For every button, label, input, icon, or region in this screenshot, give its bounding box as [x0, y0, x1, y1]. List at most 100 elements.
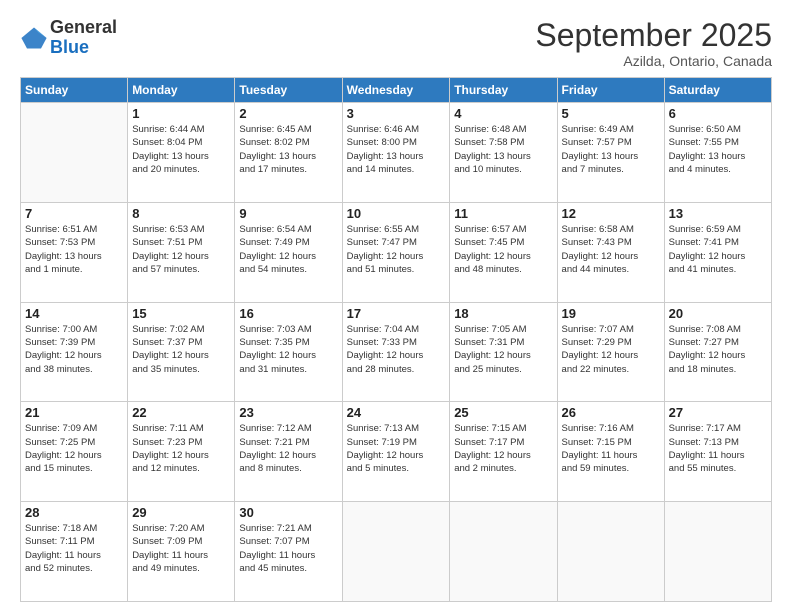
day-info: Sunrise: 6:48 AM Sunset: 7:58 PM Dayligh…	[454, 123, 552, 176]
day-number: 12	[562, 206, 660, 221]
weekday-header-row: SundayMondayTuesdayWednesdayThursdayFrid…	[21, 78, 772, 103]
calendar-cell: 14 Sunrise: 7:00 AM Sunset: 7:39 PM Dayli…	[21, 302, 128, 402]
calendar: SundayMondayTuesdayWednesdayThursdayFrid…	[20, 77, 772, 602]
weekday-header-monday: Monday	[128, 78, 235, 103]
calendar-cell: 16Sunrise: 7:03 AM Sunset: 7:35 PM Dayli…	[235, 302, 342, 402]
calendar-cell: 7 Sunrise: 6:51 AM Sunset: 7:53 PM Daylig…	[21, 202, 128, 302]
day-number: 14	[25, 306, 123, 321]
day-info: Sunrise: 7:07 AM Sunset: 7:29 PM Dayligh…	[562, 323, 660, 376]
header: General Blue September 2025 Azilda, Onta…	[20, 18, 772, 69]
weekday-header-tuesday: Tuesday	[235, 78, 342, 103]
calendar-cell: 19 Sunrise: 7:07 AM Sunset: 7:29 PM Dayli…	[557, 302, 664, 402]
day-info: Sunrise: 7:17 AM Sunset: 7:13 PM Dayligh…	[669, 422, 767, 475]
week-row-4: 28Sunrise: 7:18 AM Sunset: 7:11 PM Dayli…	[21, 502, 772, 602]
calendar-cell: 24 Sunrise: 7:13 AM Sunset: 7:19 PM Dayli…	[342, 402, 450, 502]
calendar-cell: 10 Sunrise: 6:55 AM Sunset: 7:47 PM Dayli…	[342, 202, 450, 302]
day-info: Sunrise: 7:11 AM Sunset: 7:23 PM Dayligh…	[132, 422, 230, 475]
day-info: Sunrise: 7:04 AM Sunset: 7:33 PM Dayligh…	[347, 323, 446, 376]
day-number: 27	[669, 405, 767, 420]
calendar-cell: 13 Sunrise: 6:59 AM Sunset: 7:41 PM Dayli…	[664, 202, 771, 302]
day-info: Sunrise: 7:12 AM Sunset: 7:21 PM Dayligh…	[239, 422, 337, 475]
day-number: 17	[347, 306, 446, 321]
day-number: 10	[347, 206, 446, 221]
calendar-cell: 27 Sunrise: 7:17 AM Sunset: 7:13 PM Dayli…	[664, 402, 771, 502]
calendar-cell	[450, 502, 557, 602]
calendar-cell: 20Sunrise: 7:08 AM Sunset: 7:27 PM Dayli…	[664, 302, 771, 402]
day-number: 30	[239, 505, 337, 520]
calendar-cell: 8Sunrise: 6:53 AM Sunset: 7:51 PM Daylig…	[128, 202, 235, 302]
day-info: Sunrise: 6:51 AM Sunset: 7:53 PM Dayligh…	[25, 223, 123, 276]
calendar-cell: 21Sunrise: 7:09 AM Sunset: 7:25 PM Dayli…	[21, 402, 128, 502]
day-number: 23	[239, 405, 337, 420]
day-number: 21	[25, 405, 123, 420]
day-number: 26	[562, 405, 660, 420]
day-number: 13	[669, 206, 767, 221]
day-info: Sunrise: 6:50 AM Sunset: 7:55 PM Dayligh…	[669, 123, 767, 176]
day-number: 24	[347, 405, 446, 420]
calendar-cell	[342, 502, 450, 602]
day-info: Sunrise: 6:45 AM Sunset: 8:02 PM Dayligh…	[239, 123, 337, 176]
title-block: September 2025 Azilda, Ontario, Canada	[535, 18, 772, 69]
calendar-cell: 11 Sunrise: 6:57 AM Sunset: 7:45 PM Dayli…	[450, 202, 557, 302]
day-info: Sunrise: 7:15 AM Sunset: 7:17 PM Dayligh…	[454, 422, 552, 475]
calendar-cell: 18Sunrise: 7:05 AM Sunset: 7:31 PM Dayli…	[450, 302, 557, 402]
day-number: 25	[454, 405, 552, 420]
day-number: 6	[669, 106, 767, 121]
logo-icon	[20, 24, 48, 52]
day-number: 4	[454, 106, 552, 121]
day-number: 8	[132, 206, 230, 221]
calendar-cell: 9 Sunrise: 6:54 AM Sunset: 7:49 PM Daylig…	[235, 202, 342, 302]
day-info: Sunrise: 6:58 AM Sunset: 7:43 PM Dayligh…	[562, 223, 660, 276]
day-info: Sunrise: 6:54 AM Sunset: 7:49 PM Dayligh…	[239, 223, 337, 276]
logo-text: General Blue	[50, 18, 117, 58]
day-info: Sunrise: 7:13 AM Sunset: 7:19 PM Dayligh…	[347, 422, 446, 475]
weekday-header-sunday: Sunday	[21, 78, 128, 103]
day-info: Sunrise: 7:00 AM Sunset: 7:39 PM Dayligh…	[25, 323, 123, 376]
weekday-header-thursday: Thursday	[450, 78, 557, 103]
day-number: 7	[25, 206, 123, 221]
month-title: September 2025	[535, 18, 772, 53]
day-info: Sunrise: 6:57 AM Sunset: 7:45 PM Dayligh…	[454, 223, 552, 276]
day-number: 11	[454, 206, 552, 221]
logo: General Blue	[20, 18, 117, 58]
calendar-cell	[664, 502, 771, 602]
weekday-header-saturday: Saturday	[664, 78, 771, 103]
logo-blue: Blue	[50, 38, 117, 58]
location-subtitle: Azilda, Ontario, Canada	[535, 53, 772, 69]
page: General Blue September 2025 Azilda, Onta…	[0, 0, 792, 612]
week-row-0: 1Sunrise: 6:44 AM Sunset: 8:04 PM Daylig…	[21, 103, 772, 203]
calendar-cell: 15Sunrise: 7:02 AM Sunset: 7:37 PM Dayli…	[128, 302, 235, 402]
week-row-1: 7 Sunrise: 6:51 AM Sunset: 7:53 PM Daylig…	[21, 202, 772, 302]
day-info: Sunrise: 7:20 AM Sunset: 7:09 PM Dayligh…	[132, 522, 230, 575]
weekday-header-friday: Friday	[557, 78, 664, 103]
day-info: Sunrise: 7:08 AM Sunset: 7:27 PM Dayligh…	[669, 323, 767, 376]
day-number: 28	[25, 505, 123, 520]
calendar-cell: 5Sunrise: 6:49 AM Sunset: 7:57 PM Daylig…	[557, 103, 664, 203]
day-info: Sunrise: 7:05 AM Sunset: 7:31 PM Dayligh…	[454, 323, 552, 376]
day-info: Sunrise: 7:21 AM Sunset: 7:07 PM Dayligh…	[239, 522, 337, 575]
day-info: Sunrise: 7:16 AM Sunset: 7:15 PM Dayligh…	[562, 422, 660, 475]
day-number: 2	[239, 106, 337, 121]
calendar-cell: 1Sunrise: 6:44 AM Sunset: 8:04 PM Daylig…	[128, 103, 235, 203]
day-number: 3	[347, 106, 446, 121]
calendar-cell: 2 Sunrise: 6:45 AM Sunset: 8:02 PM Daylig…	[235, 103, 342, 203]
weekday-header-wednesday: Wednesday	[342, 78, 450, 103]
calendar-cell: 28Sunrise: 7:18 AM Sunset: 7:11 PM Dayli…	[21, 502, 128, 602]
day-info: Sunrise: 6:59 AM Sunset: 7:41 PM Dayligh…	[669, 223, 767, 276]
day-info: Sunrise: 6:55 AM Sunset: 7:47 PM Dayligh…	[347, 223, 446, 276]
day-number: 9	[239, 206, 337, 221]
week-row-3: 21Sunrise: 7:09 AM Sunset: 7:25 PM Dayli…	[21, 402, 772, 502]
calendar-cell: 6 Sunrise: 6:50 AM Sunset: 7:55 PM Daylig…	[664, 103, 771, 203]
day-number: 16	[239, 306, 337, 321]
day-number: 15	[132, 306, 230, 321]
day-number: 19	[562, 306, 660, 321]
day-info: Sunrise: 6:46 AM Sunset: 8:00 PM Dayligh…	[347, 123, 446, 176]
day-info: Sunrise: 6:49 AM Sunset: 7:57 PM Dayligh…	[562, 123, 660, 176]
calendar-cell: 29Sunrise: 7:20 AM Sunset: 7:09 PM Dayli…	[128, 502, 235, 602]
calendar-cell: 3 Sunrise: 6:46 AM Sunset: 8:00 PM Daylig…	[342, 103, 450, 203]
day-number: 1	[132, 106, 230, 121]
calendar-cell: 25 Sunrise: 7:15 AM Sunset: 7:17 PM Dayli…	[450, 402, 557, 502]
day-number: 22	[132, 405, 230, 420]
calendar-cell	[557, 502, 664, 602]
calendar-cell: 17 Sunrise: 7:04 AM Sunset: 7:33 PM Dayli…	[342, 302, 450, 402]
